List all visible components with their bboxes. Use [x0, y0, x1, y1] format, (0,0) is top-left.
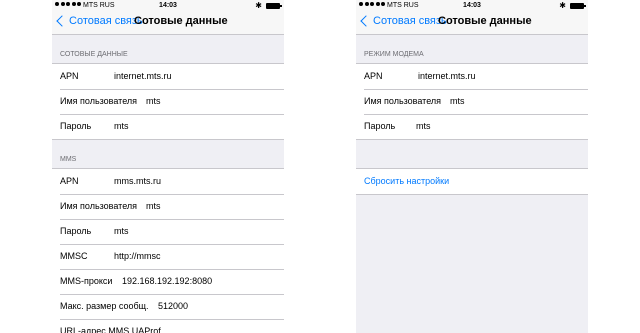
cellular-data-group: APN internet.mts.ru Имя пользователя mts…: [52, 63, 284, 140]
chevron-left-icon: [56, 15, 68, 27]
status-time: 14:03: [159, 2, 177, 9]
apn-label: APN: [60, 71, 79, 81]
password-row[interactable]: Пароль mts: [52, 114, 284, 139]
mms-max-size-field[interactable]: 512000: [158, 294, 188, 319]
modem-username-field[interactable]: mts: [450, 89, 465, 114]
modem-username-row[interactable]: Имя пользователя mts: [356, 89, 588, 114]
mmsc-field[interactable]: http://mmsc: [114, 244, 161, 269]
back-button-label: Сотовая связь: [69, 15, 143, 27]
back-button-label: Сотовая связь: [373, 15, 447, 27]
chevron-left-icon: [360, 15, 372, 27]
left-screen: MTS RUS 14:03 ✱ Сотовая связь Сотовые да…: [52, 0, 284, 333]
modem-apn-label: APN: [364, 71, 383, 81]
modem-mode-group: APN internet.mts.ru Имя пользователя mts…: [356, 63, 588, 140]
username-label: Имя пользователя: [60, 96, 138, 106]
status-time: 14:03: [463, 2, 481, 9]
modem-password-label: Пароль: [364, 121, 396, 131]
back-button[interactable]: Сотовая связь: [360, 15, 447, 27]
mms-uaprof-row[interactable]: URL-адрес MMS UAProf: [52, 319, 284, 333]
mms-password-field[interactable]: mts: [114, 219, 129, 244]
modem-apn-row[interactable]: APN internet.mts.ru: [356, 64, 588, 89]
battery-icon: [570, 3, 586, 9]
page-title: Сотовые данные: [134, 15, 228, 27]
navigation-bar: Сотовая связь Сотовые данные: [356, 11, 588, 35]
section-header-modem-mode: РЕЖИМ МОДЕМА: [364, 51, 424, 58]
reset-settings-button[interactable]: Сбросить настройки: [356, 169, 588, 194]
modem-password-field[interactable]: mts: [416, 114, 431, 139]
mms-max-size-row[interactable]: Макс. размер сообщ. 512000: [52, 294, 284, 319]
mms-password-label: Пароль: [60, 226, 92, 236]
username-row[interactable]: Имя пользователя mts: [52, 89, 284, 114]
mms-username-field[interactable]: mts: [146, 194, 161, 219]
mms-uaprof-label: URL-адрес MMS UAProf: [60, 326, 161, 333]
mms-username-label: Имя пользователя: [60, 201, 138, 211]
section-header-mms: MMS: [60, 156, 77, 163]
mms-apn-field[interactable]: mms.mts.ru: [114, 169, 161, 194]
mmsc-row[interactable]: MMSC http://mmsc: [52, 244, 284, 269]
mms-max-size-label: Макс. размер сообщ.: [60, 301, 149, 311]
status-bar: MTS RUS 14:03 ✱: [52, 0, 284, 11]
modem-apn-field[interactable]: internet.mts.ru: [418, 64, 476, 89]
password-field[interactable]: mts: [114, 114, 129, 139]
page-title: Сотовые данные: [438, 15, 532, 27]
username-field[interactable]: mts: [146, 89, 161, 114]
mms-password-row[interactable]: Пароль mts: [52, 219, 284, 244]
mms-username-row[interactable]: Имя пользователя mts: [52, 194, 284, 219]
back-button[interactable]: Сотовая связь: [56, 15, 143, 27]
reset-group: Сбросить настройки: [356, 168, 588, 195]
modem-username-label: Имя пользователя: [364, 96, 442, 106]
mms-apn-label: APN: [60, 176, 79, 186]
navigation-bar: Сотовая связь Сотовые данные: [52, 11, 284, 35]
password-label: Пароль: [60, 121, 92, 131]
battery-icon: [266, 3, 282, 9]
apn-field[interactable]: internet.mts.ru: [114, 64, 172, 89]
section-header-cellular-data: СОТОВЫЕ ДАННЫЕ: [60, 51, 128, 58]
mms-proxy-row[interactable]: MMS-прокси 192.168.192.192:8080: [52, 269, 284, 294]
bluetooth-icon: ✱: [255, 1, 262, 10]
bluetooth-icon: ✱: [559, 1, 566, 10]
modem-password-row[interactable]: Пароль mts: [356, 114, 588, 139]
mms-group: APN mms.mts.ru Имя пользователя mts Паро…: [52, 168, 284, 333]
status-bar: MTS RUS 14:03 ✱: [356, 0, 588, 11]
apn-row[interactable]: APN internet.mts.ru: [52, 64, 284, 89]
mms-proxy-label: MMS-прокси: [60, 276, 113, 286]
mms-proxy-field[interactable]: 192.168.192.192:8080: [122, 269, 212, 294]
right-screen: MTS RUS 14:03 ✱ Сотовая связь Сотовые да…: [356, 0, 588, 333]
mms-apn-row[interactable]: APN mms.mts.ru: [52, 169, 284, 194]
mmsc-label: MMSC: [60, 251, 88, 261]
